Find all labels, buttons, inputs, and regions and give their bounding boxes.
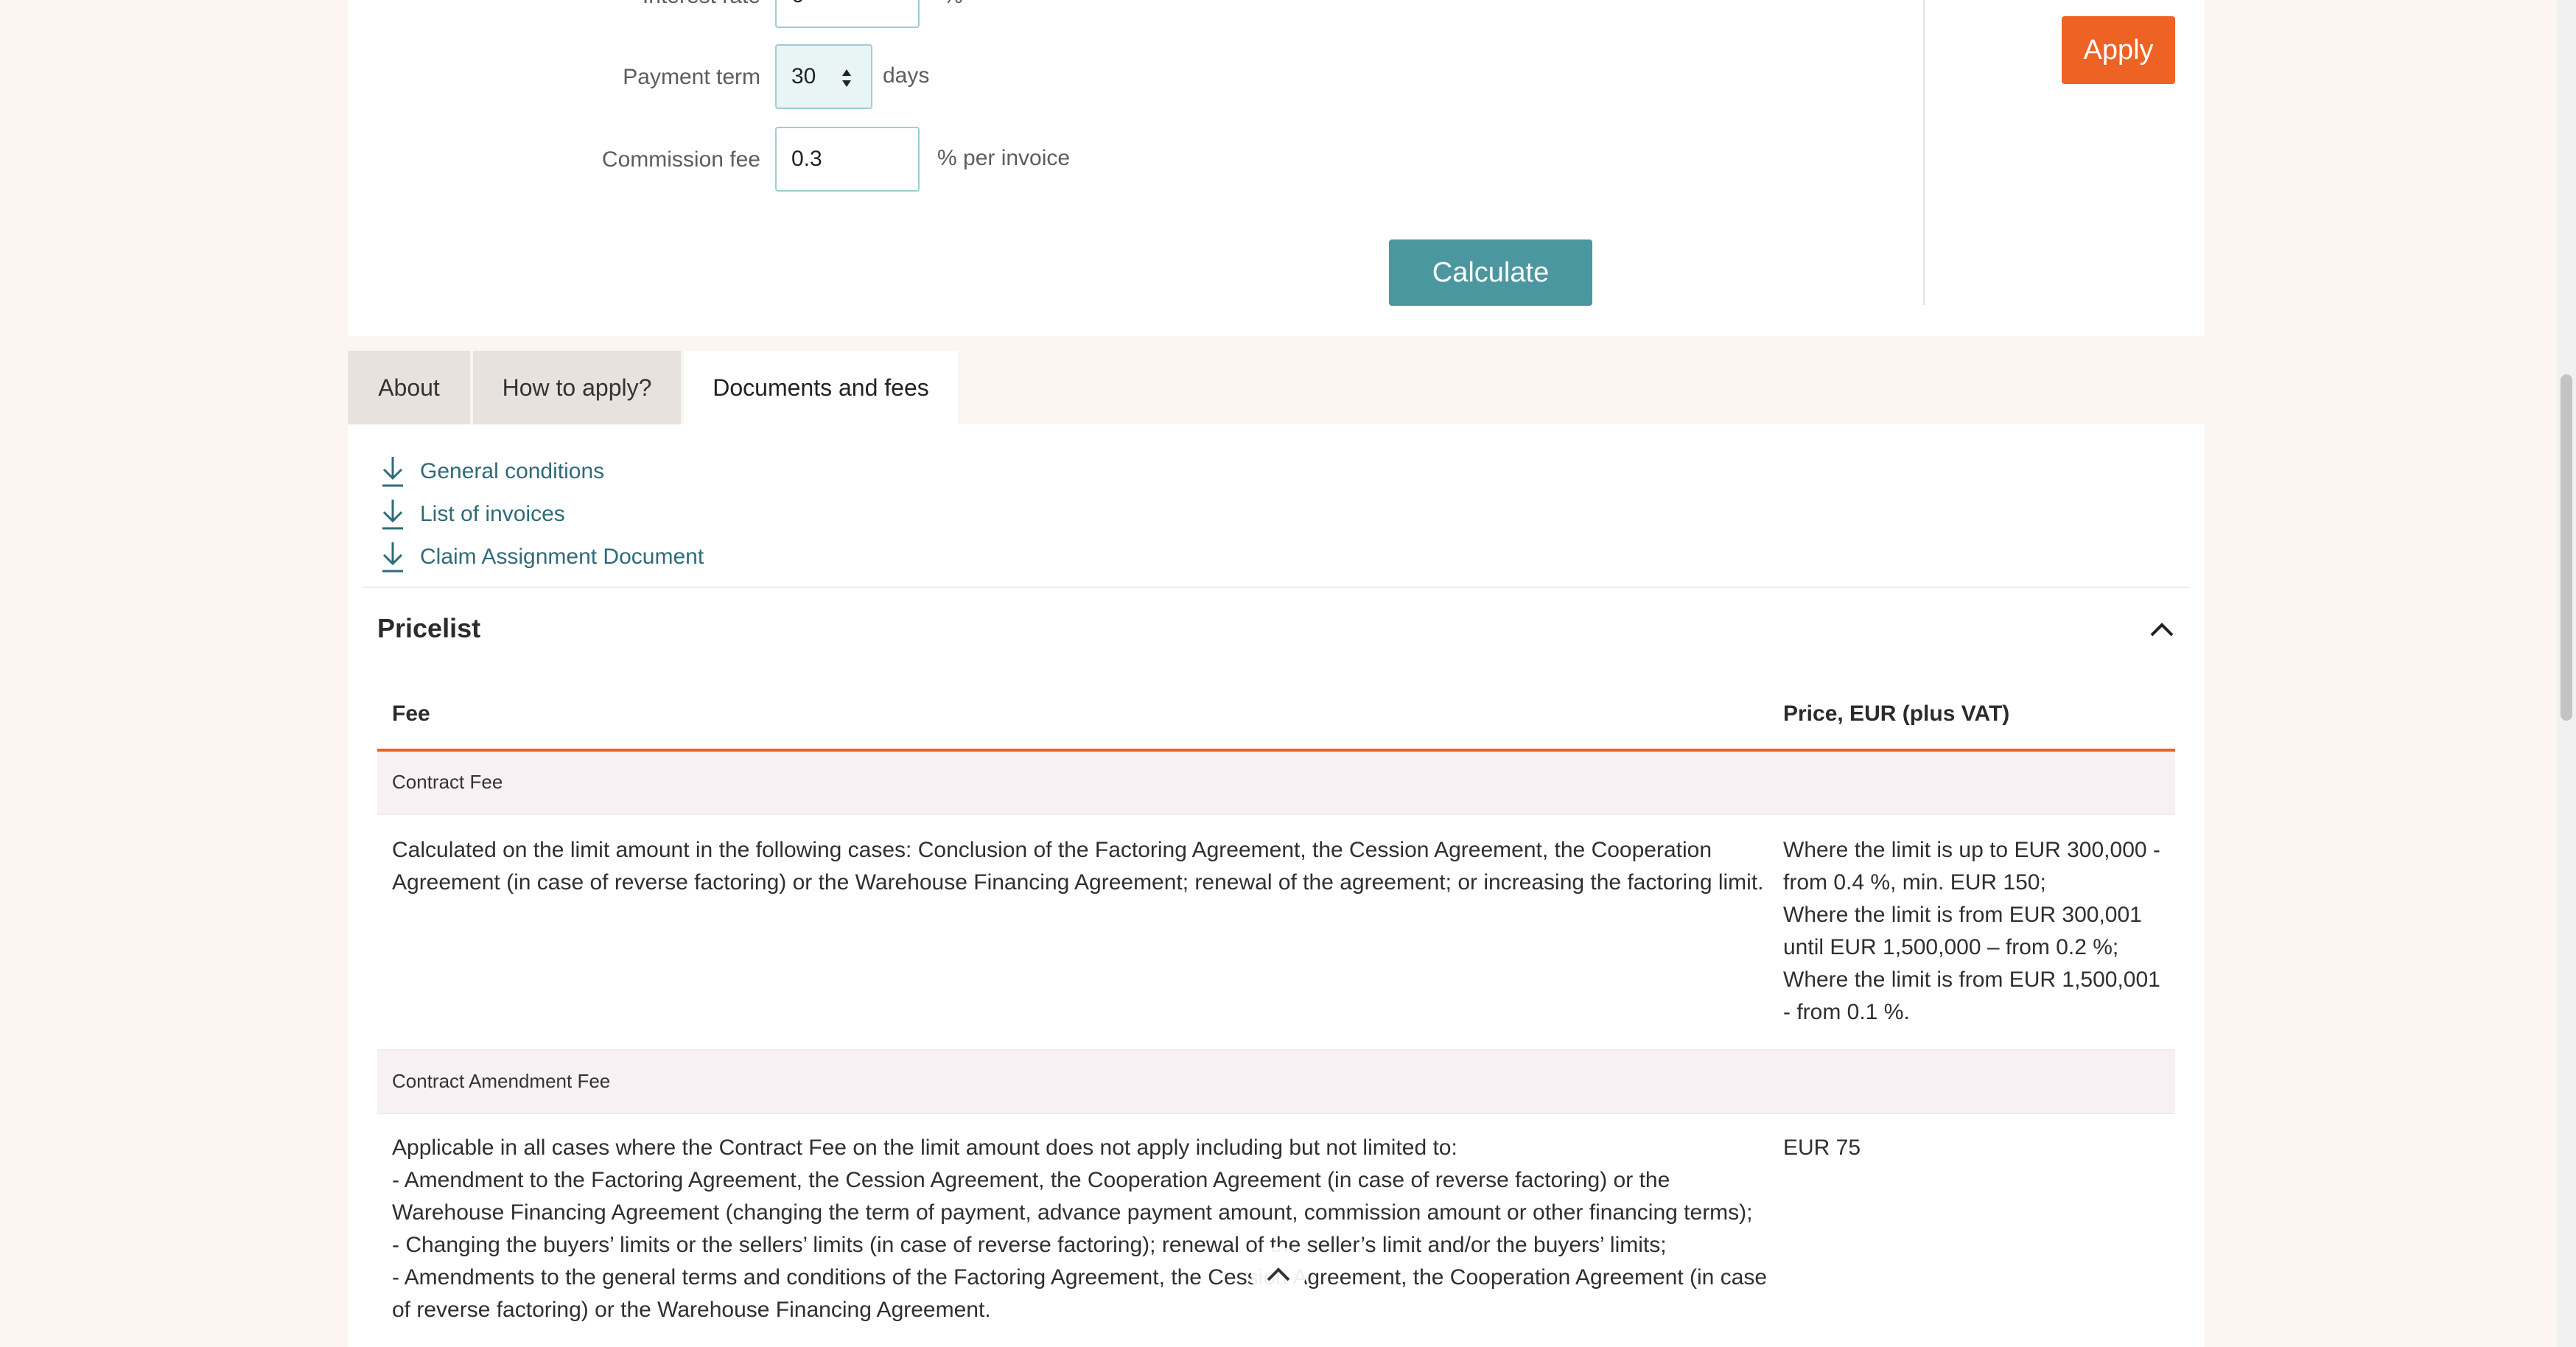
pricelist-title[interactable]: Pricelist: [377, 613, 480, 644]
scroll-to-top-button[interactable]: [1251, 1247, 1306, 1301]
documents-panel: General conditions List of invoices Clai…: [348, 424, 2205, 1347]
doc-link-label: Claim Assignment Document: [420, 545, 704, 569]
apply-button[interactable]: Apply: [2062, 16, 2175, 84]
commission-fee-input[interactable]: 0.3: [775, 127, 920, 192]
section-divider: [363, 587, 2190, 588]
doc-link-list-of-invoices[interactable]: List of invoices: [380, 498, 565, 531]
interest-rate-value: 6: [791, 0, 804, 8]
download-icon: [382, 542, 403, 573]
tab-about[interactable]: About: [348, 351, 470, 424]
commission-fee-value: 0.3: [791, 147, 822, 171]
doc-link-general-conditions[interactable]: General conditions: [380, 455, 604, 488]
payment-term-label: Payment term: [623, 65, 760, 89]
group-label: Contract Fee: [392, 771, 503, 793]
vertical-divider: [1923, 0, 1925, 305]
commission-fee-unit: % per invoice: [937, 146, 1071, 170]
commission-fee-label: Commission fee: [601, 147, 760, 172]
table-cell-description: Calculated on the limit amount in the fo…: [392, 838, 1764, 895]
group-label: Contract Amendment Fee: [392, 1070, 611, 1092]
column-header-fee: Fee: [392, 702, 430, 726]
download-icon: [382, 457, 403, 487]
tab-documents-and-fees[interactable]: Documents and fees: [684, 351, 958, 424]
select-arrows-icon: [842, 69, 851, 87]
table-cell-description: Applicable in all cases where the Contra…: [392, 1136, 1768, 1322]
table-group-row: Contract Amendment Fee: [377, 1049, 2175, 1114]
interest-rate-input[interactable]: 6: [775, 0, 920, 28]
tab-how-to-apply[interactable]: How to apply?: [473, 351, 681, 424]
table-group-row: Contract Fee: [377, 752, 2175, 815]
interest-rate-label: Interest rate: [348, 0, 760, 9]
page: Interest rate 6 % Payment term 30 days C…: [0, 0, 2576, 1347]
doc-link-label: List of invoices: [420, 502, 565, 526]
payment-term-value: 30: [791, 64, 816, 88]
tab-bar: About How to apply? Documents and fees: [348, 351, 961, 424]
download-icon: [382, 500, 403, 530]
scrollbar-thumb[interactable]: [2561, 374, 2572, 721]
calculator-card: Interest rate 6 % Payment term 30 days C…: [348, 0, 2205, 336]
chevron-up-icon: [1267, 1267, 1290, 1281]
payment-term-select[interactable]: 30: [775, 44, 872, 109]
chevron-up-icon[interactable]: [2147, 616, 2177, 641]
interest-rate-unit: %: [943, 0, 963, 9]
column-header-price: Price, EUR (plus VAT): [1783, 702, 2010, 726]
table-cell-price: EUR 75: [1783, 1136, 1861, 1160]
doc-link-claim-assignment[interactable]: Claim Assignment Document: [380, 541, 704, 573]
calculate-button[interactable]: Calculate: [1389, 239, 1592, 306]
page-scrollbar[interactable]: [2557, 0, 2576, 1347]
table-cell-price: Where the limit is up to EUR 300,000 - f…: [1783, 838, 2160, 1024]
doc-link-label: General conditions: [420, 459, 605, 483]
payment-term-unit: days: [883, 63, 930, 88]
